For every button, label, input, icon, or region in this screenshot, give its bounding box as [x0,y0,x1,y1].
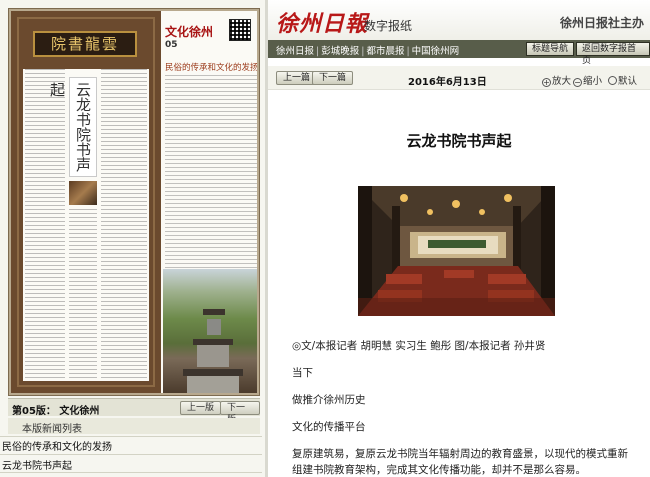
divider [0,454,262,455]
divider [0,436,262,437]
home-button[interactable]: 返回数字报首页 [576,42,650,66]
academy-interior-photo [358,186,555,316]
zoom-out-button[interactable]: − 缩小 [573,73,602,87]
article-panel: 徐州日報 数字报纸 徐州日报社主办 徐州日报 | 彭城晚报 | 都市晨报 | 中国徐州网 标… [268,0,650,477]
news-list-item[interactable]: 云龙书院书声起 [2,457,72,472]
next-page-button[interactable]: 下一版 [220,401,260,425]
zoom-out-label: 缩小 [583,76,603,87]
page-label-bar: 第05版： 文化徐州 上一版 下一版 [8,398,260,425]
news-list-item[interactable]: 民俗的传承和文化的发扬 [2,438,112,453]
page-browser-panel: 院書龍雲 云龙书院书声起 文化徐州 05 民俗的传承和文化的发扬 第05版： 文… [0,0,265,477]
menu-separator: | [361,46,365,57]
page-label: 第05版： 文化徐州 [12,406,100,417]
academy-interior-illustration [358,186,555,316]
zoom-default-button[interactable]: 默认 [608,73,637,87]
issue-date: 2016年6月13日 [408,77,487,88]
sponsor-text: 徐州日报社主办 [559,16,644,30]
menu-link-dushi-morning[interactable]: 都市晨报 [366,46,404,57]
menu-separator: | [316,46,320,57]
page-number: 05 [165,40,178,50]
article-title: 云龙书院书声起 [406,132,512,150]
menu-link-china-xuzhou-net[interactable]: 中国徐州网 [412,46,460,57]
news-list-title: 本版新闻列表 [22,424,82,435]
zoom-in-label: 放大 [552,76,572,87]
article-paragraph: 复原建筑易，复原云龙书院当年辐射周边的教育盛景，以现代的模式重新组建书院教育架构… [292,448,628,476]
menu-separator: | [406,46,410,57]
article-thumbnail-image [69,181,97,205]
divider [0,472,262,473]
newspaper-masthead: 文化徐州 05 [163,15,255,53]
page-body-text[interactable] [165,75,257,271]
zoom-in-button[interactable]: + 放大 [542,73,571,87]
section-logo: 文化徐州 [165,25,214,39]
brand-subtitle: 数字报纸 [364,19,413,33]
newspaper-page[interactable]: 院書龍雲 云龙书院书声起 文化徐州 05 民俗的传承和文化的发扬 [11,11,257,393]
page-article-text[interactable]: 云龙书院书声起 [23,69,149,381]
minus-icon: − [573,78,582,87]
title-nav-button[interactable]: 标题导航 [526,42,575,56]
menu-bar: 徐州日报 | 彭城晚报 | 都市晨报 | 中国徐州网 标题导航 返回数字报首页 [268,40,650,66]
text-block [25,69,65,381]
mountain-temple-photo [163,269,257,393]
carved-frame-graphic: 院書龍雲 云龙书院书声起 [11,11,161,393]
site-banner: 徐州日報 数字报纸 徐州日报社主办 [268,0,650,40]
brand-logo[interactable]: 徐州日報 [276,6,368,38]
next-article-button[interactable]: 下一篇 [312,71,354,85]
prev-article-button[interactable]: 上一篇 [276,71,318,85]
plaque-sign: 院書龍雲 [33,31,137,57]
plus-icon: + [542,78,551,87]
article-toolbar: 上一篇 下一篇 2016年6月13日 + 放大 − 缩小 默认 [268,66,650,90]
vertical-article-title[interactable]: 云龙书院书声起 [48,77,97,177]
text-block [101,69,147,381]
zoom-default-label: 默认 [618,76,638,87]
radio-icon [608,76,617,85]
qr-code-icon [229,19,251,41]
article-paragraph: 当下 [292,367,313,379]
menu-link-pengcheng-evening[interactable]: 彭城晚报 [321,46,359,57]
page-headline[interactable]: 民俗的传承和文化的发扬 [165,61,257,73]
article-paragraph: 文化的传播平台 [292,421,366,433]
news-list-header: 本版新闻列表 [8,418,260,435]
menu-link-xuzhou-daily[interactable]: 徐州日报 [276,46,314,57]
prev-page-button[interactable]: 上一版 [180,401,222,415]
article-body: 云龙书院书声起 ◎文/本报记者 胡明慧 实习生 鲍彤 图/本报记者 孙井贤 当下… [268,90,650,477]
article-byline: ◎文/本报记者 胡明慧 实习生 鲍彤 图/本报记者 孙井贤 [292,340,546,352]
article-paragraph: 做推介徐州历史 [292,394,366,406]
text-block [69,209,97,381]
newspaper-page-thumbnail[interactable]: 院書龍雲 云龙书院书声起 文化徐州 05 民俗的传承和文化的发扬 [8,8,260,396]
